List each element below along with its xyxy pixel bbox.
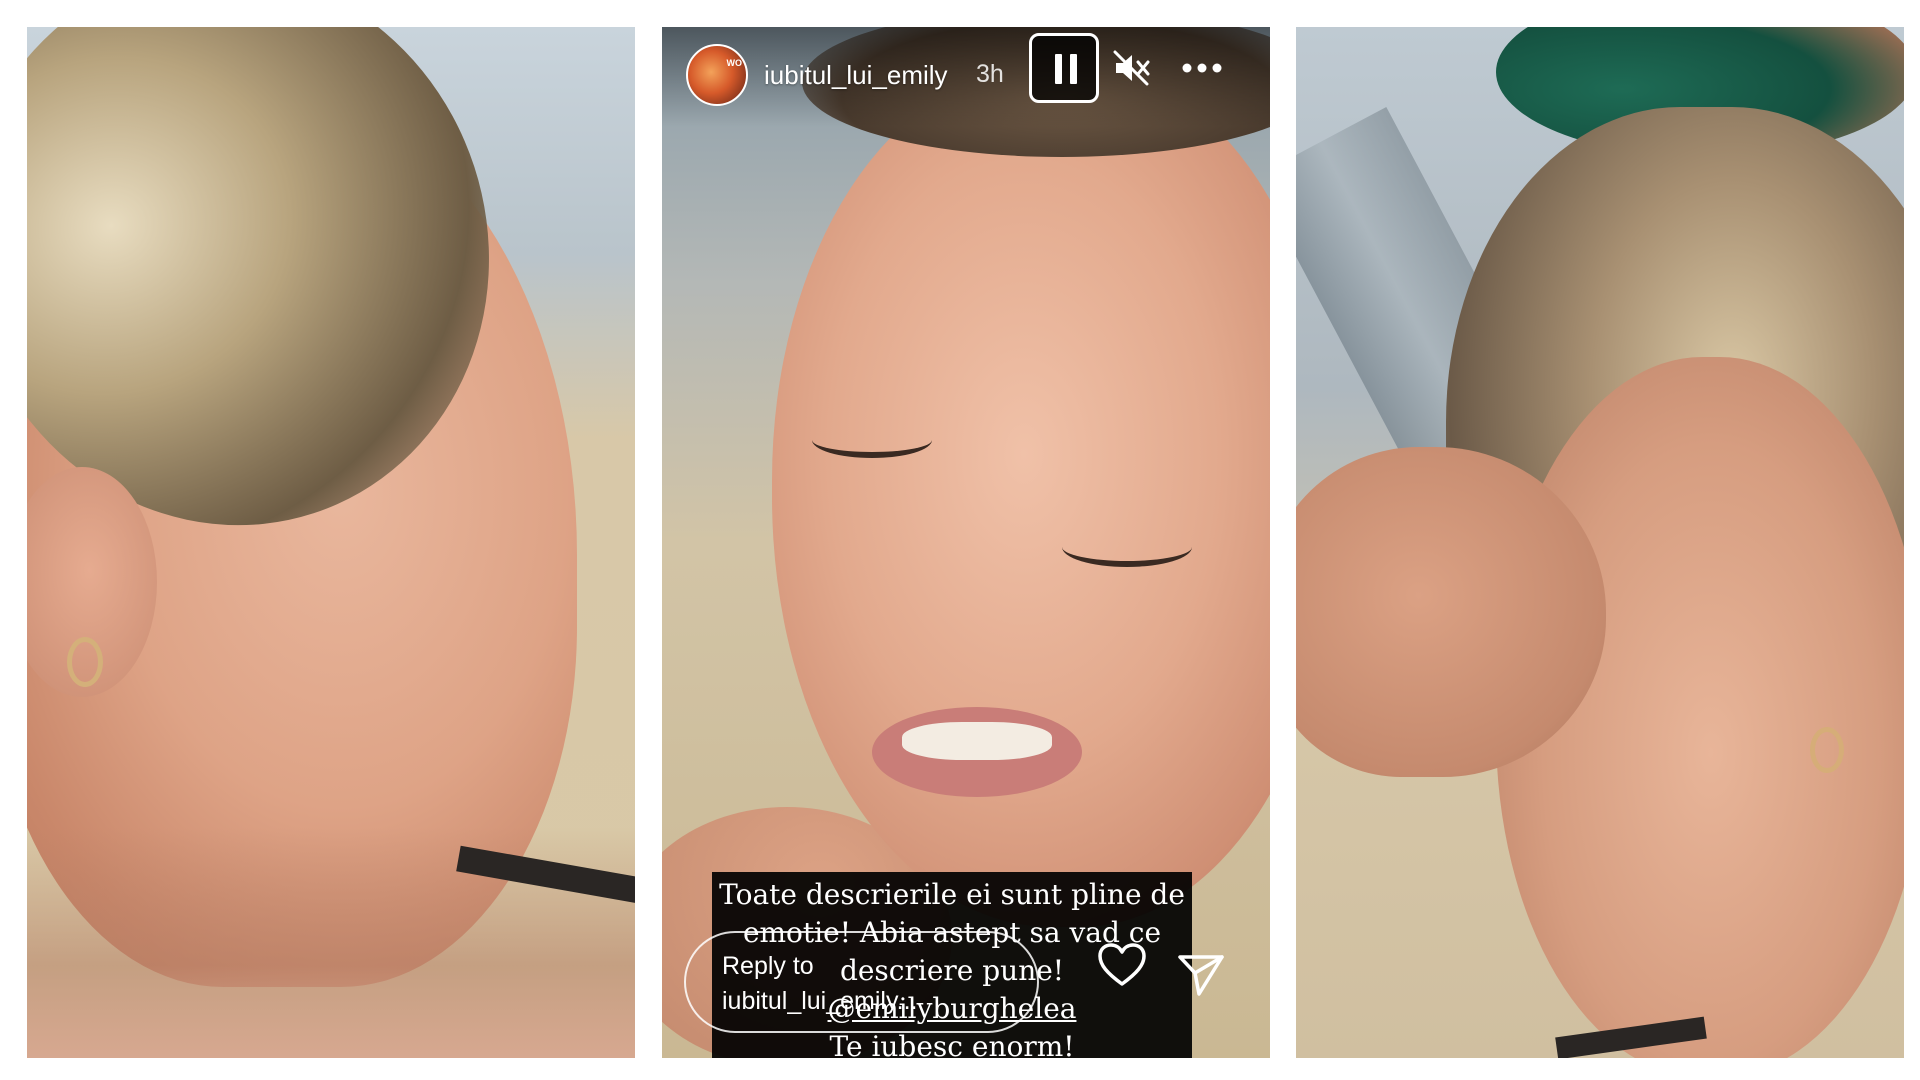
teeth-photo: [902, 722, 1052, 760]
avatar-badge: WO: [726, 58, 743, 68]
more-options-button[interactable]: [1177, 48, 1227, 88]
story-timestamp: 3h: [976, 60, 1004, 88]
pause-icon: [1070, 54, 1077, 84]
reply-placeholder-line: Reply to: [722, 952, 814, 980]
story-viewer[interactable]: WO iubitul_lui_emily 3h Toate descrieril…: [662, 27, 1270, 1058]
story-frame-right: [1296, 27, 1904, 1058]
earring-photo: [1810, 727, 1844, 773]
story-username[interactable]: iubitul_lui_emily: [764, 60, 948, 91]
avatar[interactable]: WO: [686, 44, 748, 106]
story-header: WO iubitul_lui_emily 3h: [662, 27, 1270, 127]
send-icon: [1178, 955, 1224, 996]
pause-icon: [1055, 54, 1062, 84]
mute-button[interactable]: [1111, 48, 1151, 88]
more-horizontal-icon: [1182, 63, 1222, 73]
like-button[interactable]: [1097, 942, 1147, 988]
caption-line: Toate descrierile ei sunt pline de: [719, 878, 1185, 911]
speaker-muted-icon: [1113, 50, 1150, 86]
reply-placeholder-line: iubitul_lui_emily...: [722, 987, 918, 1015]
earring-photo: [67, 637, 103, 687]
eye-photo: [812, 422, 932, 458]
heart-icon: [1098, 943, 1146, 986]
share-button[interactable]: [1177, 952, 1225, 997]
pause-button[interactable]: [1029, 33, 1099, 103]
eye-photo: [1062, 527, 1192, 567]
story-frame-left: [27, 27, 635, 1058]
reply-placeholder: Reply to iubitul_lui_emily...: [722, 949, 917, 1019]
